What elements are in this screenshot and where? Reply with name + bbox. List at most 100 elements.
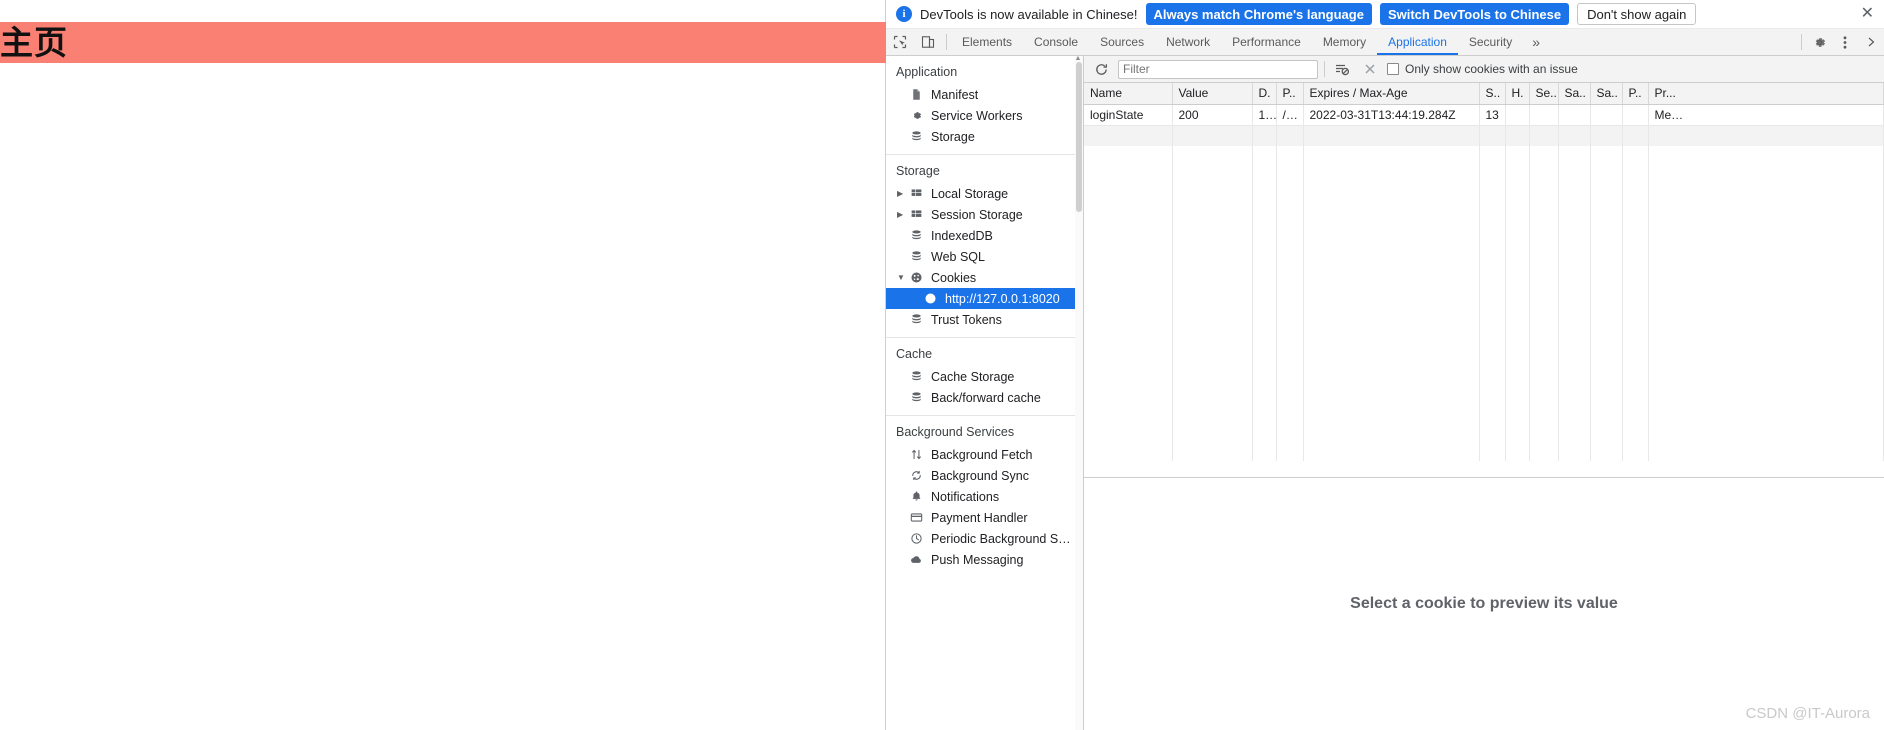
filter-input[interactable] (1118, 59, 1318, 79)
clear-all-cookies-icon[interactable] (1359, 59, 1381, 79)
table-cell[interactable] (1529, 104, 1559, 126)
sidebar-item-web-sql[interactable]: Web SQL (886, 246, 1075, 267)
column-header[interactable]: Expires / Max-Age (1303, 83, 1480, 105)
sidebar-item-periodic-background-sync[interactable]: Periodic Background Sync (886, 528, 1075, 549)
more-tabs-icon[interactable]: » (1523, 29, 1549, 55)
sidebar-item-local-storage[interactable]: ▶ Local Storage (886, 183, 1075, 204)
close-icon[interactable]: ✕ (1857, 6, 1878, 22)
sidebar-item-manifest[interactable]: Manifest (886, 84, 1075, 105)
gear-icon[interactable] (1806, 29, 1832, 55)
column-header[interactable]: Pr... (1648, 83, 1884, 105)
chevron-down-icon[interactable]: ▼ (897, 273, 907, 282)
table-row[interactable]: loginState 200 1…/… 2022-03-31T13:44:19.284… (1084, 104, 1884, 126)
table-empty-cell (1084, 272, 1173, 293)
table-empty-cell (1505, 230, 1530, 251)
tab-application[interactable]: Application (1377, 29, 1458, 55)
table-empty-cell (1529, 335, 1559, 356)
checkbox-box[interactable] (1387, 63, 1399, 75)
inspect-element-icon[interactable] (886, 29, 914, 55)
devtools-tabbar: Elements Console Sources Network Perform… (886, 29, 1884, 56)
always-match-language-button[interactable]: Always match Chrome's language (1145, 3, 1372, 25)
table-cell[interactable] (1505, 104, 1530, 126)
tab-console[interactable]: Console (1023, 29, 1089, 55)
table-empty-cell (1084, 419, 1173, 440)
database-icon (910, 250, 927, 263)
sidebar-item-cookies[interactable]: ▼ Cookies (886, 267, 1075, 288)
table-empty-cell (1084, 440, 1173, 461)
table-empty-cell (1648, 251, 1884, 272)
sidebar-item-http-127-0-0-1-8020[interactable]: http://127.0.0.1:8020 (886, 288, 1075, 309)
table-empty-cell (1479, 377, 1506, 398)
table-cell[interactable]: /… (1276, 104, 1304, 126)
table-cell[interactable]: 2022-03-31T13:44:19.284Z (1303, 104, 1480, 126)
tab-label: Elements (962, 35, 1013, 49)
sidebar-item-service-workers[interactable]: Service Workers (886, 105, 1075, 126)
table-empty-cell (1276, 419, 1304, 440)
sidebar-item-push-messaging[interactable]: Push Messaging (886, 549, 1075, 570)
table-cell[interactable] (1622, 104, 1649, 126)
table-empty-cell (1276, 293, 1304, 314)
table-cell[interactable]: 13 (1479, 104, 1506, 126)
refresh-icon[interactable] (1090, 59, 1112, 79)
table-empty-cell (1622, 209, 1649, 230)
sidebar-scrollbar[interactable]: ▲ (1075, 56, 1083, 730)
column-header[interactable]: S.. (1479, 83, 1506, 105)
column-header[interactable]: D. (1252, 83, 1277, 105)
table-cell[interactable]: loginState (1084, 104, 1173, 126)
table-empty-cell (1276, 230, 1304, 251)
table-cell[interactable]: 200 (1172, 104, 1253, 126)
tab-label: Sources (1100, 35, 1145, 49)
table-empty-cell (1558, 293, 1591, 314)
table-cell[interactable]: 1… (1252, 104, 1277, 126)
sidebar-scrollbar-thumb[interactable] (1076, 62, 1082, 212)
device-toolbar-icon[interactable] (914, 29, 942, 55)
tab-security[interactable]: Security (1458, 29, 1523, 55)
chevron-right-icon[interactable]: ▶ (897, 210, 907, 219)
kebab-menu-icon[interactable] (1832, 29, 1858, 55)
table-empty-cell (1252, 230, 1277, 251)
table-empty-cell (1084, 167, 1173, 188)
column-header[interactable]: Name (1084, 83, 1173, 105)
table-empty-cell (1648, 356, 1884, 377)
column-header[interactable]: P.. (1622, 83, 1649, 105)
tab-memory[interactable]: Memory (1312, 29, 1377, 55)
sidebar-item-payment-handler[interactable]: Payment Handler (886, 507, 1075, 528)
sidebar-item-notifications[interactable]: Notifications (886, 486, 1075, 507)
table-empty-cell (1479, 167, 1506, 188)
sidebar-item-cache-storage[interactable]: Cache Storage (886, 366, 1075, 387)
only-issues-checkbox[interactable]: Only show cookies with an issue (1387, 62, 1578, 76)
table-empty-cell (1084, 398, 1173, 419)
tab-sources[interactable]: Sources (1089, 29, 1155, 55)
close-devtools-icon[interactable] (1858, 29, 1884, 55)
sidebar-item-back-forward-cache[interactable]: Back/forward cache (886, 387, 1075, 408)
column-header[interactable]: Sa.. (1590, 83, 1623, 105)
column-header[interactable]: Se.. (1529, 83, 1559, 105)
sidebar-item-storage[interactable]: Storage (886, 126, 1075, 147)
tab-network[interactable]: Network (1155, 29, 1221, 55)
table-empty-cell (1505, 293, 1530, 314)
table-cell[interactable]: Me… (1648, 104, 1884, 126)
column-header[interactable]: H. (1505, 83, 1530, 105)
table-empty-cell (1303, 356, 1480, 377)
switch-to-chinese-button[interactable]: Switch DevTools to Chinese (1379, 3, 1570, 25)
sidebar-item-trust-tokens[interactable]: Trust Tokens (886, 309, 1075, 330)
sidebar-item-background-fetch[interactable]: Background Fetch (886, 444, 1075, 465)
table-cell[interactable] (1558, 104, 1591, 126)
column-header[interactable]: P.. (1276, 83, 1304, 105)
sidebar-item-indexeddb[interactable]: IndexedDB (886, 225, 1075, 246)
table-cell[interactable] (1590, 104, 1623, 126)
table-empty-cell (1590, 230, 1623, 251)
clear-filtered-cookies-icon[interactable] (1331, 59, 1353, 79)
column-header[interactable]: Sa.. (1558, 83, 1591, 105)
tab-performance[interactable]: Performance (1221, 29, 1312, 55)
sidebar-item-session-storage[interactable]: ▶ Session Storage (886, 204, 1075, 225)
chevron-right-icon[interactable]: ▶ (897, 189, 907, 198)
table-empty-cell (1252, 125, 1277, 146)
dont-show-again-button[interactable]: Don't show again (1577, 3, 1697, 25)
column-header[interactable]: Value (1172, 83, 1253, 105)
cookies-table-container[interactable]: Name Value D. P.. Expires / Max-Age S.. H. Se..… (1084, 83, 1884, 478)
table-grid-icon (910, 208, 927, 221)
infobar-message: DevTools is now available in Chinese! (920, 6, 1138, 22)
tab-elements[interactable]: Elements (951, 29, 1023, 55)
sidebar-item-background-sync[interactable]: Background Sync (886, 465, 1075, 486)
